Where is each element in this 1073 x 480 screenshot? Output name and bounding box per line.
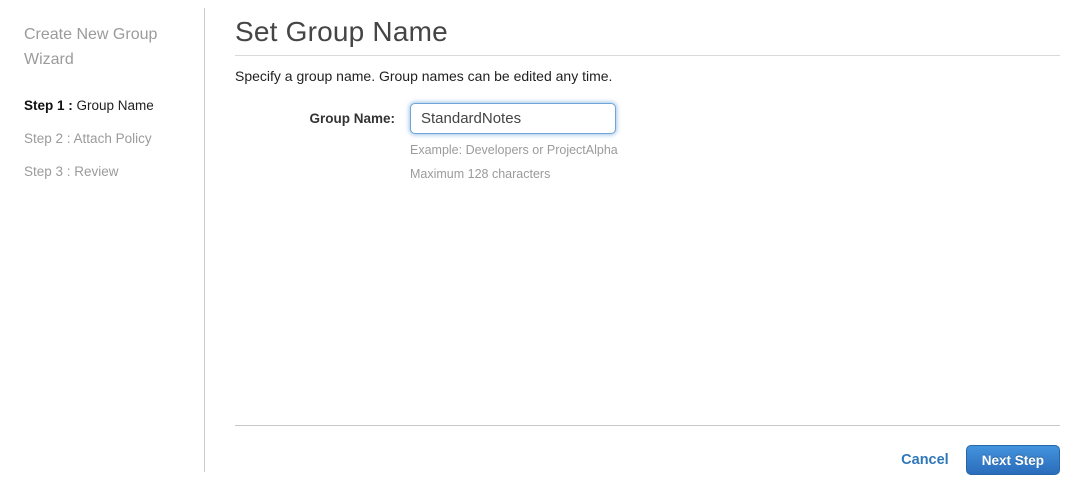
group-name-input[interactable] — [410, 103, 616, 134]
group-name-field-column: Example: Developers or ProjectAlpha Maxi… — [410, 103, 618, 183]
title-divider — [235, 55, 1060, 56]
footer-actions: Cancel Next Step — [901, 445, 1060, 475]
wizard-main-panel: Set Group Name Specify a group name. Gro… — [235, 0, 1060, 183]
page-title: Set Group Name — [235, 16, 448, 47]
footer-divider — [235, 425, 1060, 426]
wizard-title: Create New Group Wizard — [24, 26, 158, 68]
step-label: Group Name — [72, 98, 154, 113]
wizard-sidebar: Create New Group Wizard Step 1 : Group N… — [0, 8, 205, 472]
sidebar-step-review[interactable]: Step 3 : Review — [24, 165, 184, 179]
step-number: Step 3 : — [24, 164, 71, 179]
group-name-hint-example: Example: Developers or ProjectAlpha — [410, 143, 618, 157]
sidebar-step-attach-policy[interactable]: Step 2 : Attach Policy — [24, 132, 184, 146]
wizard-steps: Step 1 : Group Name Step 2 : Attach Poli… — [24, 99, 184, 179]
group-name-label: Group Name: — [309, 111, 395, 126]
step-number: Step 2 : — [24, 131, 71, 146]
cancel-button[interactable]: Cancel — [901, 452, 949, 468]
group-name-hint-max: Maximum 128 characters — [410, 167, 551, 181]
step-number: Step 1 : — [24, 98, 73, 113]
step-label: Attach Policy — [70, 131, 152, 146]
page-description: Specify a group name. Group names can be… — [235, 68, 613, 84]
step-label: Review — [70, 164, 119, 179]
sidebar-step-group-name[interactable]: Step 1 : Group Name — [24, 99, 184, 113]
next-step-button[interactable]: Next Step — [965, 445, 1060, 475]
group-name-form-row: Group Name: Example: Developers or Proje… — [235, 103, 1060, 183]
